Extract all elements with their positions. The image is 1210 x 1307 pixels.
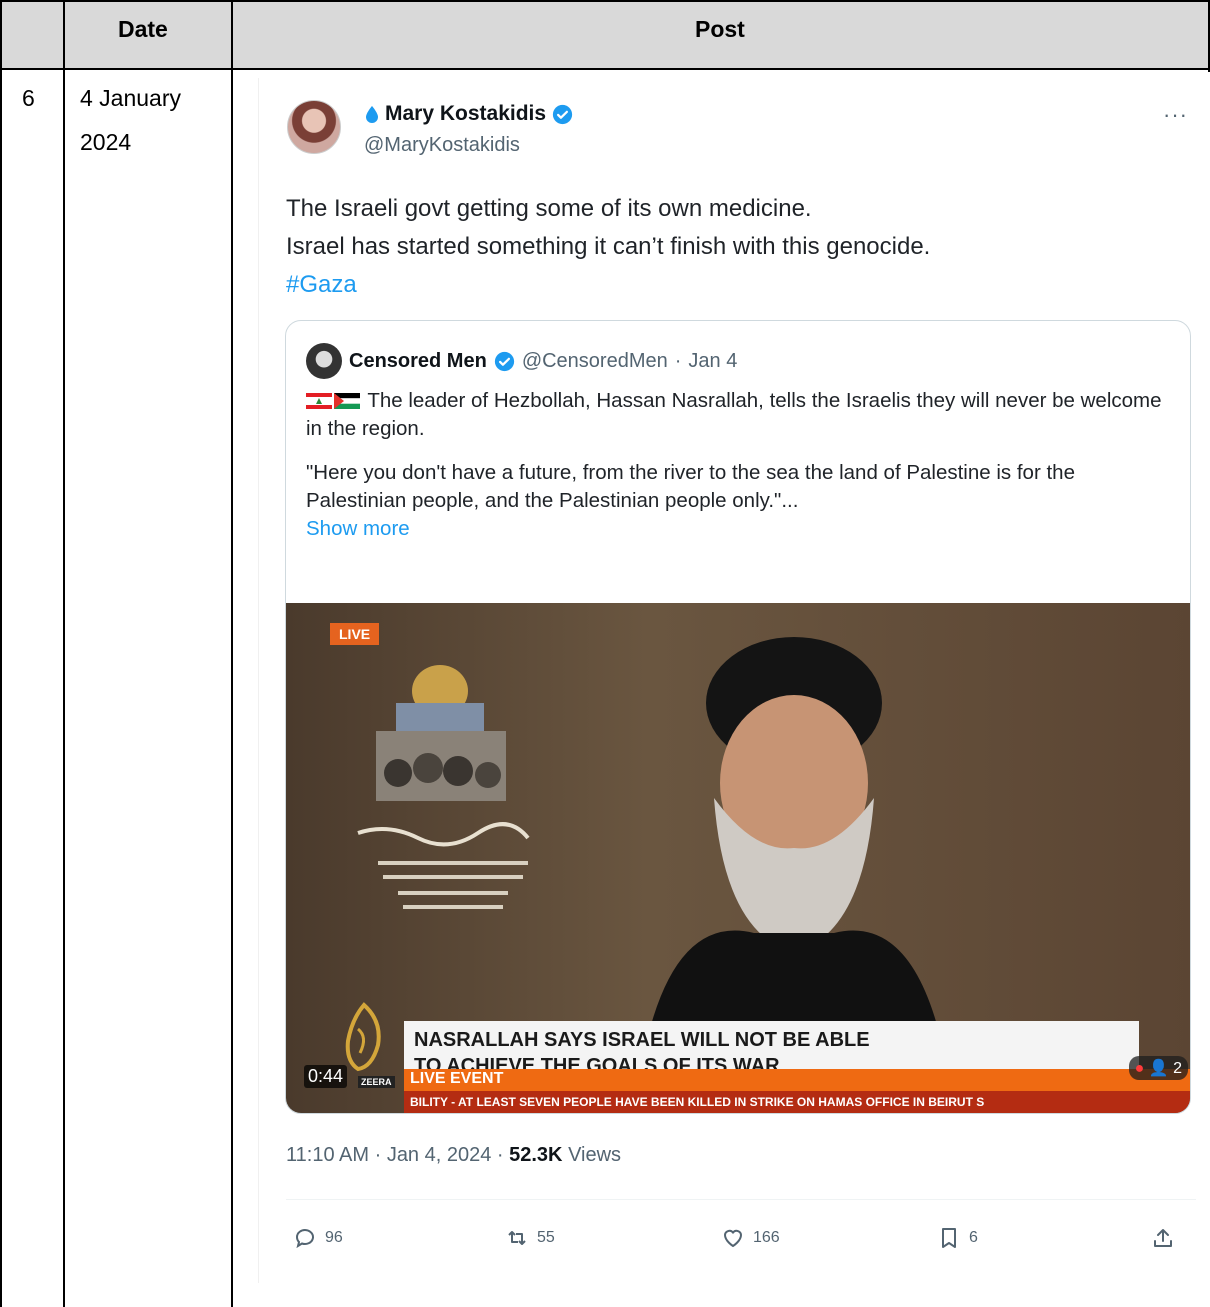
- tweet-time[interactable]: 11:10 AM: [286, 1144, 369, 1166]
- headline-line1: NASRALLAH SAYS ISRAEL WILL NOT BE ABLE: [414, 1029, 870, 1051]
- poster-graphic: [357, 665, 530, 909]
- quoted-text-para1: The leader of Hezbollah, Hassan Nasralla…: [306, 389, 1162, 440]
- views-count: 52.3K: [509, 1144, 563, 1166]
- live-badge: LIVE: [330, 623, 380, 645]
- network-badge: ZEERA: [358, 1076, 395, 1088]
- quoted-handle[interactable]: @CensoredMen: [522, 350, 668, 373]
- quoted-text: The leader of Hezbollah, Hassan Nasralla…: [306, 387, 1176, 543]
- row-date-line1: 4 January: [80, 85, 182, 111]
- repost-count: 55: [537, 1229, 555, 1246]
- views-label: Views: [568, 1144, 622, 1166]
- verified-badge-icon: [494, 351, 514, 371]
- tweet-timestamp: 11:10 AM · Jan 4, 2024 · 52.3K Views: [286, 1144, 622, 1166]
- show-more-link[interactable]: Show more: [306, 515, 1176, 543]
- water-drop-icon: [366, 106, 378, 123]
- action-bar: 96 55 166 6: [293, 1226, 1193, 1256]
- quoted-tweet[interactable]: Censored Men @CensoredMen · Jan 4 The le…: [285, 320, 1191, 1114]
- bookmark-icon: [942, 1228, 956, 1248]
- tweet-text-line1: The Israeli govt getting some of its own…: [286, 195, 812, 222]
- row-number: 6: [22, 85, 35, 111]
- quoted-author-name[interactable]: Censored Men: [349, 350, 487, 373]
- divider: [286, 1199, 1196, 1200]
- header-post: Post: [695, 16, 745, 42]
- network-logo: [345, 1002, 381, 1072]
- posts-table: Date Post 6 4 January 2024 Mary Kostakid…: [0, 0, 1210, 1307]
- row-date-line2: 2024: [80, 129, 132, 155]
- author-name[interactable]: Mary Kostakidis: [385, 102, 546, 126]
- video-player[interactable]: LIVE NASRALLAH SAYS ISRAEL WILL NOT BE A…: [286, 603, 1190, 1113]
- table-divider-1: [63, 0, 65, 1307]
- tweet-text-line2: Israel has started something it can’t fi…: [286, 233, 931, 260]
- bookmark-button[interactable]: 6: [937, 1226, 978, 1250]
- viewer-number: 2: [1173, 1060, 1182, 1077]
- reply-icon: [296, 1229, 314, 1249]
- palestine-flag-icon: [334, 393, 360, 409]
- like-count: 166: [753, 1229, 780, 1246]
- author-row: Mary Kostakidis: [365, 102, 573, 126]
- bookmark-count: 6: [969, 1229, 978, 1246]
- tweet-date[interactable]: Jan 4, 2024: [387, 1144, 492, 1166]
- verified-badge-icon: [552, 104, 573, 124]
- live-dot-icon: ●: [1134, 1060, 1145, 1077]
- reply-button[interactable]: 96: [293, 1226, 343, 1250]
- quoted-date[interactable]: Jan 4: [688, 350, 737, 373]
- like-button[interactable]: 166: [721, 1226, 780, 1250]
- tweet-card: Mary Kostakidis @MaryKostakidis ··· The …: [258, 78, 1208, 1283]
- table-divider-2: [231, 0, 233, 1307]
- avatar[interactable]: [287, 100, 341, 154]
- quoted-text-para2: "Here you don't have a future, from the …: [306, 461, 1075, 512]
- hashtag-link[interactable]: #Gaza: [286, 266, 930, 304]
- quoted-avatar[interactable]: [306, 343, 342, 379]
- header-date: Date: [118, 16, 168, 42]
- dot-separator: ·: [674, 349, 682, 372]
- live-event-label: LIVE EVENT: [410, 1070, 504, 1087]
- table-border-left: [0, 0, 2, 1307]
- ticker-text: BILITY - AT LEAST SEVEN PEOPLE HAVE BEEN…: [410, 1095, 985, 1109]
- author-handle[interactable]: @MaryKostakidis: [364, 134, 520, 157]
- share-icon: [1154, 1229, 1172, 1247]
- repost-icon: [508, 1231, 526, 1245]
- speaker-image: [644, 637, 944, 1053]
- quoted-author-row: Censored Men @CensoredMen · Jan 4: [306, 343, 737, 379]
- viewer-count: ● 👤 2: [1128, 1056, 1188, 1080]
- heart-icon: [723, 1229, 743, 1248]
- tweet-text: The Israeli govt getting some of its own…: [286, 190, 930, 304]
- video-duration: 0:44: [304, 1065, 348, 1088]
- reply-count: 96: [325, 1229, 343, 1246]
- table-header-row: [0, 0, 1210, 70]
- share-button[interactable]: [1151, 1226, 1175, 1250]
- more-options-icon[interactable]: ···: [1163, 102, 1188, 128]
- lebanon-flag-icon: [306, 393, 332, 409]
- live-event-bar: [404, 1069, 1190, 1091]
- repost-button[interactable]: 55: [505, 1226, 555, 1250]
- person-icon: 👤: [1148, 1060, 1169, 1077]
